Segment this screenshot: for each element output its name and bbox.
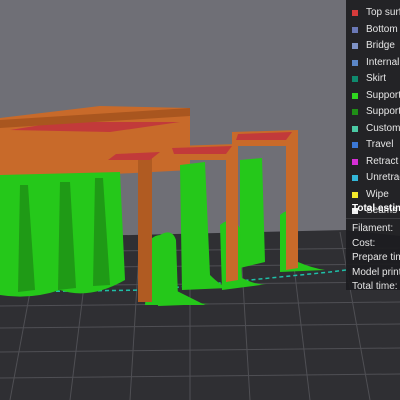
estimate-row: Total time: [352,281,398,290]
legend-label: Bridge [366,40,395,51]
legend-label: Support [366,89,400,101]
legend-swatch [352,191,358,198]
legend-swatch [352,59,358,66]
legend-label: Skirt [366,73,386,84]
legend-panel: Top surf Bottom Bridge Internal Skirt Support… [346,0,400,290]
divider [346,218,400,219]
estimate-title: Total estim [352,203,400,214]
preview-scene [0,0,400,400]
legend-label: Support [366,106,400,117]
legend-swatch [352,142,358,148]
estimate-row: Filament: [352,223,394,234]
legend-swatch [352,92,358,99]
legend-label: Custom [366,122,400,134]
legend-swatch [352,10,358,16]
legend-label: Retract [366,155,399,167]
estimate-row: Cost: [352,237,376,249]
estimate-row: Model print [352,266,400,278]
legend-label: Top surf [366,7,400,18]
legend-label: Bottom [366,23,398,35]
legend-swatch [352,175,358,181]
legend-swatch [352,158,358,165]
legend-swatch [352,125,358,132]
legend-swatch [352,26,358,33]
legend-swatch [352,76,358,82]
legend-label: Travel [366,139,394,150]
legend-label: Internal [366,56,400,68]
3d-preview-viewport[interactable] [0,0,400,400]
estimate-row: Prepare tim [352,252,400,263]
legend-swatch [352,109,358,115]
legend-label: Unretrac [366,172,400,183]
legend-swatch [352,43,358,49]
legend-label: Wipe [366,188,389,200]
